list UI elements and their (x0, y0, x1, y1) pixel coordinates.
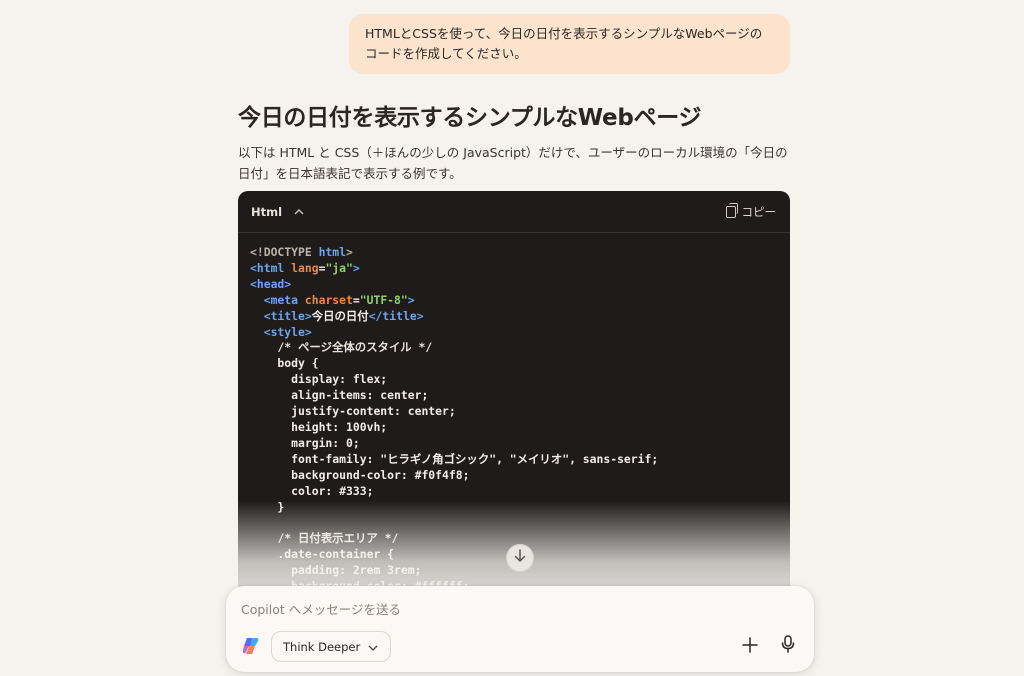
arrow-down-icon (514, 549, 526, 567)
code-block-header: Html コピー (238, 191, 790, 233)
add-button[interactable] (738, 634, 762, 658)
think-deeper-label: Think Deeper (283, 639, 361, 654)
code-language-label: Html (251, 204, 283, 219)
plus-icon (742, 634, 758, 659)
message-input[interactable] (241, 599, 781, 619)
copy-icon (725, 202, 738, 218)
scroll-to-bottom-button[interactable] (506, 544, 534, 572)
user-message-bubble: HTMLとCSSを使って、今日の日付を表示するシンプルなWebページのコードを作… (349, 14, 790, 74)
message-composer: Think Deeper (226, 586, 814, 672)
copy-button-label: コピー (741, 204, 777, 219)
microphone-icon (781, 635, 795, 657)
think-deeper-button[interactable]: Think Deeper (271, 631, 392, 662)
copy-button[interactable]: コピー (725, 202, 777, 220)
copilot-logo-icon (241, 636, 261, 656)
user-message-text: HTMLとCSSを使って、今日の日付を表示するシンプルなWebページのコードを作… (365, 26, 763, 61)
voice-input-button[interactable] (776, 634, 800, 658)
response-heading: 今日の日付を表示するシンプルなWebページ (238, 105, 702, 131)
response-intro: 以下は HTML と CSS（＋ほんの少しの JavaScript）だけで、ユー… (238, 145, 788, 181)
chevron-up-icon (294, 205, 304, 218)
code-language-toggle[interactable]: Html (251, 205, 304, 219)
chevron-down-icon (368, 640, 378, 654)
